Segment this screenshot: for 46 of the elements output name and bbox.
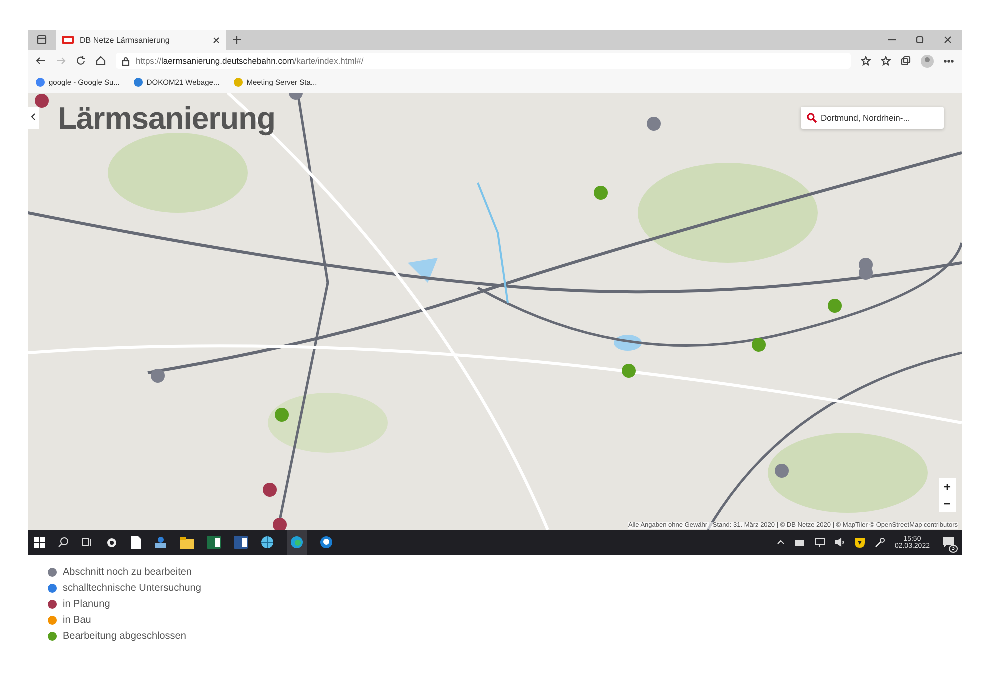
avatar-icon[interactable] xyxy=(921,54,934,68)
notification-icon[interactable] xyxy=(942,537,954,548)
monitor-icon[interactable] xyxy=(814,538,825,547)
search-icon xyxy=(807,113,817,123)
browser-icon[interactable] xyxy=(287,530,307,555)
lock-icon xyxy=(122,56,130,66)
legend-label: in Bau xyxy=(63,615,92,626)
spreadsheet-app-icon[interactable] xyxy=(207,536,221,549)
new-tab-icon[interactable] xyxy=(232,35,242,45)
task-view-icon[interactable] xyxy=(82,537,93,548)
collections-icon[interactable] xyxy=(901,56,911,66)
reload-icon[interactable] xyxy=(76,56,86,66)
legend-label: Bearbeitung abgeschlossen xyxy=(63,631,186,642)
search-field[interactable]: Dortmund, Nordrhein-... xyxy=(801,107,944,129)
favicon-icon xyxy=(134,78,143,87)
favicon-icon xyxy=(36,78,45,87)
word-processor-icon[interactable] xyxy=(234,536,248,549)
legend-label: schalltechnische Untersuchung xyxy=(63,583,202,594)
globe-icon[interactable] xyxy=(261,536,274,549)
tab-actions-icon[interactable] xyxy=(37,35,47,45)
computer-user-icon[interactable] xyxy=(154,536,167,549)
legend-label: Abschnitt noch zu bearbeiten xyxy=(63,567,192,578)
home-icon[interactable] xyxy=(96,56,106,66)
address-field[interactable]: https://laermsanierung.deutschebahn.com/karte/index.html#/ xyxy=(116,53,851,69)
restore-icon[interactable] xyxy=(916,36,924,44)
chevron-left-icon xyxy=(31,113,36,121)
collapse-button[interactable] xyxy=(28,107,39,129)
more-icon[interactable] xyxy=(944,60,954,62)
document-icon[interactable] xyxy=(131,536,141,549)
close-icon[interactable] xyxy=(213,36,220,44)
tab-title: DB Netze Lärmsanierung xyxy=(80,36,171,44)
legend-label: in Planung xyxy=(63,599,110,610)
map-title: Lärmsanierung xyxy=(58,101,276,137)
favicon-icon xyxy=(234,78,243,87)
shield-icon[interactable] xyxy=(854,538,865,548)
search-icon[interactable] xyxy=(58,537,69,548)
close-icon[interactable] xyxy=(944,36,952,44)
back-icon[interactable] xyxy=(36,56,46,66)
folder-icon[interactable] xyxy=(180,536,194,548)
speaker-icon[interactable] xyxy=(834,538,845,547)
browser-tab[interactable]: DB Netze Lärmsanierung xyxy=(56,30,226,50)
favorites-icon[interactable] xyxy=(881,56,891,66)
windows-icon[interactable] xyxy=(34,537,45,548)
caret-icon[interactable] xyxy=(776,540,785,545)
star-icon[interactable] xyxy=(861,56,871,66)
db-logo-icon xyxy=(62,36,74,44)
